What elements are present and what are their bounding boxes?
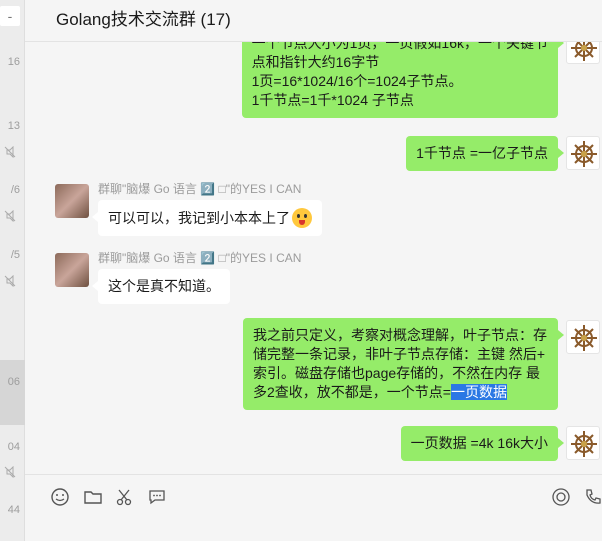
chat-header: Golang技术交流群 (17)	[25, 0, 602, 42]
conversation-timestamp: /5	[10, 249, 20, 261]
my-avatar[interactable]	[566, 136, 600, 170]
message-line: 我之前只定义，考察对概念理解，叶子节点：存	[253, 327, 547, 343]
selected-conversation[interactable]	[0, 360, 25, 425]
video-call-icon[interactable]	[583, 487, 602, 507]
message-line: 索引。磁盘存储也page存储的，不然在内存 最	[253, 365, 541, 381]
message-bubble[interactable]: 1千节点 =一亿子节点	[406, 136, 564, 171]
message-bubble[interactable]: 一页数据 =4k 16k大小	[400, 426, 565, 461]
mute-icon	[4, 275, 16, 287]
ship-wheel-icon	[571, 431, 597, 457]
my-avatar[interactable]	[566, 42, 600, 64]
chat-bubble-icon[interactable]	[147, 487, 167, 507]
conversation-list[interactable]: - 16 13 /6 /5 06 04 44	[0, 0, 25, 541]
surprised-face-icon	[292, 208, 312, 228]
conversation-timestamp: 06	[7, 376, 20, 388]
mute-icon	[4, 210, 16, 222]
message-line: 一页数据 =4k 16k大小	[410, 435, 548, 451]
message-line: 1千节点=1千*1024 子节点	[251, 92, 414, 108]
conversation-timestamp: 13	[7, 120, 20, 132]
voice-call-icon[interactable]	[551, 487, 571, 507]
my-avatar[interactable]	[566, 426, 600, 460]
message-text: 这个是真不知道。	[108, 278, 220, 294]
scissors-icon[interactable]	[115, 487, 135, 507]
collapse-button[interactable]: -	[0, 6, 20, 26]
conversation-timestamp: 04	[7, 441, 20, 453]
ship-wheel-icon	[571, 325, 597, 351]
message-line: 储完整一条记录，非叶子节点存储：主键 然后+	[253, 346, 546, 362]
sender-avatar[interactable]	[55, 184, 89, 218]
message-line: 1千节点 =一亿子节点	[416, 145, 548, 161]
chat-window: - 16 13 /6 /5 06 04 44 Golang技术交流群 (17) …	[0, 0, 602, 541]
mute-icon	[4, 146, 16, 158]
ship-wheel-icon	[571, 42, 597, 61]
message-line: 一个节点大小为1页，一页假如16k，一个关键节	[251, 42, 548, 51]
conversation-timestamp: 16	[7, 56, 20, 68]
conversation-timestamp: /6	[10, 184, 20, 196]
message-line: 点和指针大约16字节	[251, 54, 380, 70]
sender-avatar[interactable]	[55, 253, 89, 287]
message-line: 1页=16*1024/16个=1024子节点。	[251, 73, 463, 89]
selected-text[interactable]: 一页数据	[450, 384, 507, 400]
message-bubble[interactable]: 一个节点大小为1页，一页假如16k，一个关键节 点和指针大约16字节 1页=16…	[241, 42, 565, 118]
chat-title: Golang技术交流群 (17)	[56, 10, 231, 29]
message-text: 可以可以，我记到小本本上了	[108, 210, 290, 226]
sender-name: 群聊"脑爆 Go 语言 2️⃣ □"的YES I CAN	[98, 251, 302, 265]
folder-icon[interactable]	[83, 487, 103, 507]
conversation-timestamp: 44	[7, 504, 20, 516]
mute-icon	[4, 466, 16, 478]
sender-name: 群聊"脑爆 Go 语言 2️⃣ □"的YES I CAN	[98, 182, 302, 196]
message-line-with-selection: 多2查收，放不都是，一个节点=一页数据	[253, 383, 548, 402]
message-bubble[interactable]: 这个是真不知道。	[92, 269, 230, 304]
my-avatar[interactable]	[566, 320, 600, 354]
message-bubble[interactable]: 可以可以，我记到小本本上了	[92, 200, 322, 236]
message-line: 多2查收，放不都是，一个节点=	[253, 384, 451, 400]
ship-wheel-icon	[571, 141, 597, 167]
message-input-area[interactable]	[25, 474, 602, 541]
emoji-icon[interactable]	[50, 487, 70, 507]
message-bubble[interactable]: 我之前只定义，考察对概念理解，叶子节点：存 储完整一条记录，非叶子节点存储：主键…	[243, 318, 564, 410]
message-list[interactable]: 一个节点大小为1页，一页假如16k，一个关键节 点和指针大约16字节 1页=16…	[25, 42, 602, 474]
